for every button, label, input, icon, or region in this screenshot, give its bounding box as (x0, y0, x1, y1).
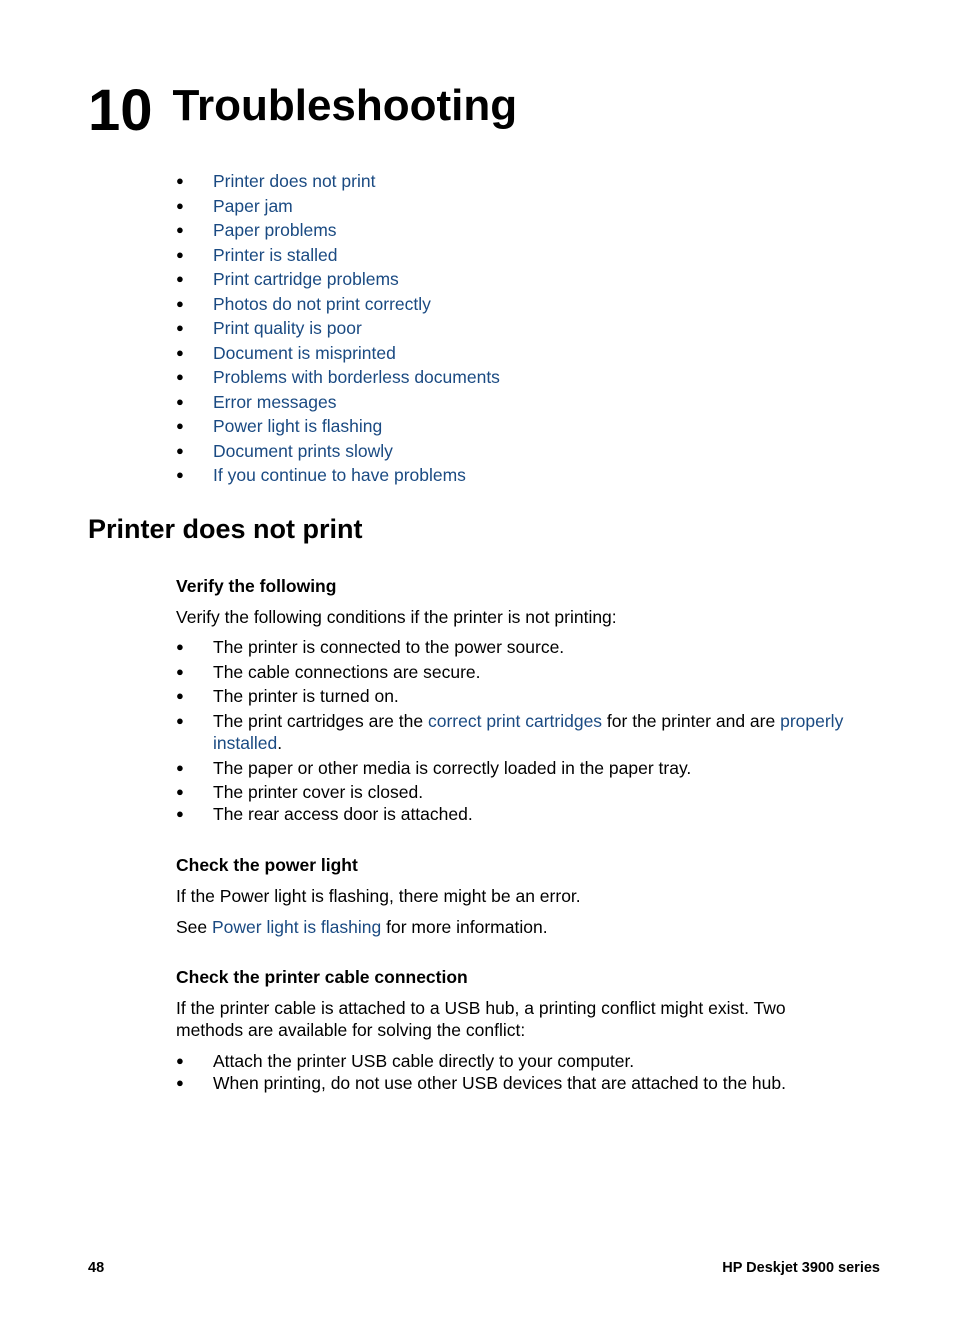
bullet-icon: ● (176, 246, 184, 262)
toc-link[interactable]: Print cartridge problems (213, 268, 399, 293)
correct-cartridges-link[interactable]: correct print cartridges (428, 711, 602, 731)
verify-list: ● The printer is connected to the power s… (176, 636, 896, 825)
toc-item: ● Print quality is poor (176, 317, 500, 342)
cable-heading: Check the printer cable connection (176, 967, 468, 987)
bullet-icon: ● (176, 663, 184, 679)
toc-item: ● Paper jam (176, 195, 500, 220)
toc-link[interactable]: Print quality is poor (213, 317, 362, 342)
chapter-heading: 10 Troubleshooting (88, 72, 518, 140)
verify-heading: Verify the following (176, 576, 337, 596)
power-see: See Power light is flashing for more inf… (176, 917, 548, 937)
cable-list: ● Attach the printer USB cable directly t… (176, 1050, 896, 1094)
toc-item: ● Print cartridge problems (176, 268, 500, 293)
bullet-icon: ● (176, 197, 184, 213)
toc-link[interactable]: Document prints slowly (213, 440, 393, 465)
bullet-icon: ● (176, 369, 184, 384)
list-item: ● The cable connections are secure. (176, 661, 896, 686)
power-heading: Check the power light (176, 855, 358, 875)
toc-item: ● Power light is flashing (176, 415, 500, 440)
verify-section: Verify the following Verify the followin… (176, 576, 896, 825)
bullet-icon: ● (176, 1075, 184, 1090)
bullet-icon: ● (176, 271, 184, 286)
toc-link[interactable]: Paper problems (213, 219, 337, 244)
toc-link[interactable]: Photos do not print correctly (213, 293, 431, 318)
toc-item: ● If you continue to have problems (176, 464, 500, 489)
toc-link[interactable]: Power light is flashing (213, 415, 382, 440)
list-item: ● The printer is turned on. (176, 685, 896, 710)
bullet-icon: ● (176, 1053, 184, 1068)
toc-link[interactable]: Document is misprinted (213, 342, 396, 367)
chapter-title: Troubleshooting (172, 81, 518, 130)
toc-link[interactable]: Error messages (213, 391, 337, 416)
bullet-icon: ● (176, 688, 184, 703)
list-item: ● The rear access door is attached. (176, 804, 473, 824)
page-number: 48 (88, 1260, 105, 1276)
bullet-icon: ● (176, 393, 184, 409)
list-item: ● Attach the printer USB cable directly t… (176, 1051, 635, 1071)
bullet-icon: ● (176, 467, 184, 482)
cable-section: Check the printer cable connection If th… (176, 967, 896, 1094)
section-title: Printer does not print (88, 514, 363, 544)
verify-intro: Verify the following conditions if the p… (176, 607, 617, 627)
power-light-link[interactable]: Power light is flashing (212, 917, 381, 937)
toc-item: ● Problems with borderless documents (176, 366, 500, 391)
product-name: HP Deskjet 3900 series (722, 1260, 880, 1276)
toc-link[interactable]: Problems with borderless documents (213, 366, 500, 391)
toc-item: ● Document is misprinted (176, 342, 500, 367)
bullet-icon: ● (176, 173, 184, 188)
bullet-icon: ● (176, 418, 184, 433)
power-text: If the Power light is flashing, there mi… (176, 886, 581, 906)
bullet-icon: ● (176, 222, 184, 237)
bullet-icon: ● (176, 344, 184, 360)
toc-link[interactable]: Printer is stalled (213, 244, 338, 269)
power-section: Check the power light If the Power light… (176, 855, 896, 938)
bullet-icon: ● (176, 295, 184, 311)
bullet-icon: ● (176, 442, 184, 458)
bullet-icon: ● (176, 712, 184, 728)
toc-item: ● Photos do not print correctly (176, 293, 500, 318)
list-item: ● The printer is connected to the power s… (176, 636, 896, 661)
toc-link[interactable]: If you continue to have problems (213, 464, 466, 489)
list-item: ● The paper or other media is correctly l… (176, 757, 896, 782)
toc-item: ● Error messages (176, 391, 500, 416)
toc-item: ● Printer is stalled (176, 244, 500, 269)
toc-item: ● Printer does not print (176, 170, 500, 195)
bullet-icon: ● (176, 806, 184, 821)
list-item: ● The print cartridges are the correct pr… (176, 710, 844, 753)
bullet-icon: ● (176, 320, 184, 335)
list-item: ● When printing, do not use other USB dev… (176, 1073, 786, 1093)
toc-link[interactable]: Printer does not print (213, 170, 375, 195)
toc-item: ● Paper problems (176, 219, 500, 244)
bullet-icon: ● (176, 639, 184, 654)
cable-text: If the printer cable is attached to a US… (176, 998, 786, 1040)
bullet-icon: ● (176, 784, 184, 799)
toc-list: ● Printer does not print ● Paper jam ● Paper … (176, 170, 500, 489)
toc-item: ● Document prints slowly (176, 440, 500, 465)
toc-link[interactable]: Paper jam (213, 195, 293, 220)
chapter-number: 10 (88, 78, 153, 143)
bullet-icon: ● (176, 759, 184, 775)
list-item: ● The printer cover is closed. (176, 782, 424, 802)
